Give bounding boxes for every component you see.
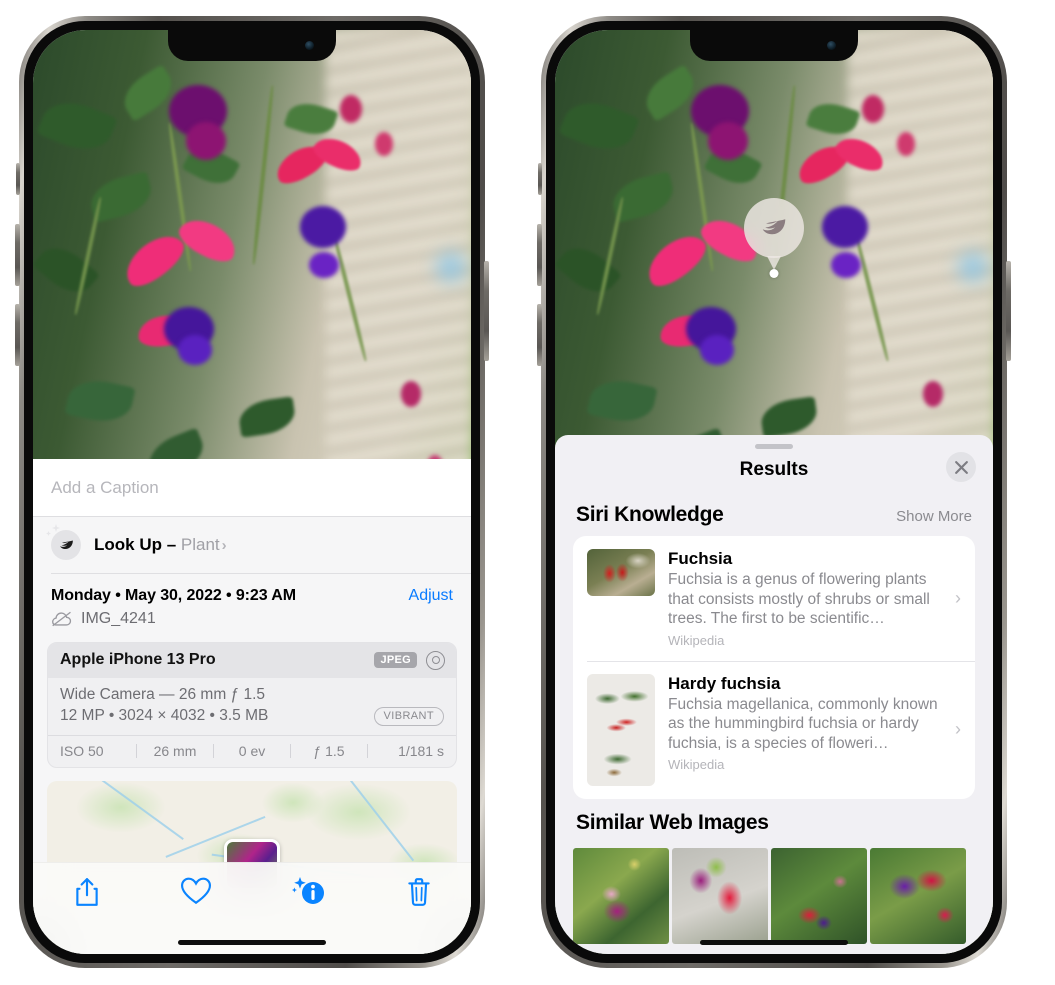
badge-pointer <box>767 256 781 270</box>
photo-date: Monday • May 30, 2022 • 9:23 AM <box>51 586 296 604</box>
volume-down-button[interactable] <box>15 304 20 366</box>
caption-input[interactable]: Add a Caption <box>33 459 471 517</box>
visual-lookup-badge[interactable] <box>744 198 804 270</box>
exif-details-row: ISO 50 26 mm 0 ev ƒ 1.5 1/181 s <box>48 734 456 767</box>
look-up-subject: Plant <box>180 535 220 554</box>
close-button[interactable] <box>946 452 976 482</box>
siri-knowledge-header: Siri Knowledge Show More <box>555 491 993 536</box>
knowledge-row[interactable]: Fuchsia Fuchsia is a genus of flowering … <box>573 536 975 661</box>
photo-metadata: Monday • May 30, 2022 • 9:23 AM Adjust I… <box>33 574 471 636</box>
results-title: Results <box>739 459 809 480</box>
left-phone-bezel: Add a Caption Look Up – Plant › Monday •… <box>24 21 480 963</box>
share-icon[interactable] <box>74 877 100 907</box>
exif-body: Wide Camera — 26 mm ƒ 1.5 12 MP • 3024 ×… <box>48 678 456 735</box>
siri-knowledge-card: Fuchsia Fuchsia is a genus of flowering … <box>573 536 975 799</box>
chevron-right-icon: › <box>955 719 961 740</box>
front-camera-icon <box>827 41 836 50</box>
home-indicator[interactable] <box>700 940 848 945</box>
home-indicator[interactable] <box>178 940 326 945</box>
style-badge: VIBRANT <box>373 706 444 726</box>
chevron-right-icon: › <box>221 537 227 554</box>
right-phone-device: Results Siri Knowledge Show More Fuchsia… <box>537 16 1011 968</box>
power-button[interactable] <box>484 261 489 361</box>
knowledge-title: Hardy fuchsia <box>668 673 781 693</box>
icloud-slash-icon <box>52 611 72 626</box>
results-sheet: Results Siri Knowledge Show More Fuchsia… <box>555 435 993 954</box>
front-camera-icon <box>305 41 314 50</box>
look-up-row[interactable]: Look Up – Plant › <box>33 517 471 573</box>
similar-image-4[interactable] <box>870 847 966 944</box>
photo-filename: IMG_4241 <box>81 609 156 627</box>
chevron-right-icon: › <box>955 587 961 608</box>
knowledge-source: Wikipedia <box>668 757 725 773</box>
close-x-icon <box>954 460 968 474</box>
results-header: Results <box>555 449 993 491</box>
exif-iso: ISO 50 <box>60 742 104 759</box>
knowledge-source: Wikipedia <box>668 632 725 648</box>
notch <box>690 30 858 61</box>
exif-ev: 0 ev <box>238 742 266 759</box>
section-title: Siri Knowledge <box>576 503 724 526</box>
left-phone-screen: Add a Caption Look Up – Plant › Monday •… <box>33 30 471 954</box>
exif-card: Apple iPhone 13 Pro JPEG Wide Camera — 2… <box>47 641 457 768</box>
photo-info-sheet: Add a Caption Look Up – Plant › Monday •… <box>33 459 471 954</box>
mute-switch[interactable] <box>16 163 20 195</box>
similar-image-2[interactable] <box>672 847 768 944</box>
show-more-button[interactable]: Show More <box>896 508 972 525</box>
look-up-prefix: Look Up – <box>94 535 181 554</box>
volume-up-button[interactable] <box>537 224 542 286</box>
left-phone-device: Add a Caption Look Up – Plant › Monday •… <box>15 16 489 968</box>
format-badge: JPEG <box>374 652 417 668</box>
similar-images-strip[interactable] <box>555 847 993 944</box>
power-button[interactable] <box>1006 261 1011 361</box>
right-phone-bezel: Results Siri Knowledge Show More Fuchsia… <box>546 21 1002 963</box>
knowledge-description: Fuchsia is a genus of flowering plants t… <box>668 571 930 628</box>
exif-focal: 26 mm <box>153 742 197 759</box>
similar-web-images-header: Similar Web Images <box>555 799 993 844</box>
heart-icon[interactable] <box>180 877 211 905</box>
knowledge-title: Fuchsia <box>668 549 733 568</box>
similar-image-3[interactable] <box>771 847 867 944</box>
look-up-label: Look Up – Plant › <box>94 535 227 555</box>
knowledge-thumbnail <box>587 673 655 786</box>
exif-shutter: 1/181 s <box>398 742 444 759</box>
leaf-icon <box>46 524 81 560</box>
knowledge-thumbnail <box>587 549 655 596</box>
right-phone-screen: Results Siri Knowledge Show More Fuchsia… <box>555 30 993 954</box>
info-sparkle-icon[interactable] <box>291 877 326 907</box>
sparkles-icon <box>46 524 60 536</box>
knowledge-description: Fuchsia magellanica, commonly known as t… <box>668 695 938 752</box>
lens-info: Wide Camera — 26 mm ƒ 1.5 <box>60 685 266 703</box>
volume-down-button[interactable] <box>537 304 542 366</box>
similar-image-1[interactable] <box>573 847 669 944</box>
volume-up-button[interactable] <box>15 224 20 286</box>
exif-header: Apple iPhone 13 Pro JPEG <box>48 642 456 678</box>
leaf-icon <box>762 219 786 235</box>
notch <box>168 30 336 61</box>
exif-aperture: ƒ 1.5 <box>313 742 345 759</box>
raw-target-icon <box>426 650 445 670</box>
badge-anchor-dot <box>769 269 779 278</box>
adjust-button[interactable]: Adjust <box>409 587 453 605</box>
mute-switch[interactable] <box>538 163 542 195</box>
camera-model: Apple iPhone 13 Pro <box>60 651 216 668</box>
knowledge-row[interactable]: Hardy fuchsia Fuchsia magellanica, commo… <box>573 660 975 799</box>
image-specs: 12 MP • 3024 × 4032 • 3.5 MB <box>60 707 269 724</box>
trash-icon[interactable] <box>407 877 431 907</box>
section-title: Similar Web Images <box>576 810 769 834</box>
